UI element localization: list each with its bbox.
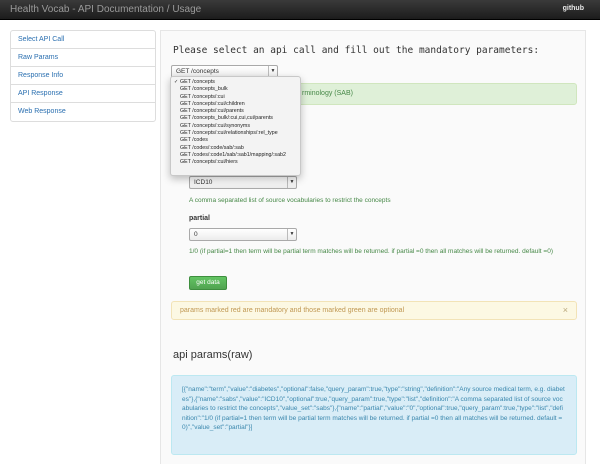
dropdown-option[interactable]: GET /concepts/:cui/parents: [171, 108, 300, 115]
sidebar-item-raw-params[interactable]: Raw Params: [11, 49, 155, 67]
warning-alert: params marked red are mandatory and thos…: [171, 301, 577, 320]
sidebar-nav: Select API Call Raw Params Response Info…: [10, 30, 156, 122]
sabs-help-text: A comma separated list of source vocabul…: [189, 197, 391, 204]
sidebar-item-select-api-call[interactable]: Select API Call: [11, 31, 155, 49]
dropdown-option[interactable]: GET /concepts_bulk/:cui,cui,cui/parents: [171, 115, 300, 122]
dropdown-option[interactable]: GET /concepts_bulk: [171, 86, 300, 93]
sidebar-item-response-info[interactable]: Response Info: [11, 67, 155, 85]
chevron-down-icon: ▼: [287, 177, 296, 188]
dropdown-option[interactable]: GET /concepts/:cui/relationships/:rel_ty…: [171, 130, 300, 137]
raw-params-heading: api params(raw): [173, 349, 253, 361]
partial-select[interactable]: 0 ▼: [189, 228, 297, 241]
raw-params-box: [{"name":"term","value":"diabetes","opti…: [171, 375, 577, 455]
dropdown-option[interactable]: GET /concepts/:cui: [171, 94, 300, 101]
sidebar-item-web-response[interactable]: Web Response: [11, 103, 155, 121]
partial-select-value: 0: [194, 231, 198, 238]
api-call-dropdown: ✓ GET /concepts GET /concepts_bulk GET /c…: [170, 76, 301, 176]
brand-title[interactable]: Health Vocab - API Documentation / Usage: [10, 4, 201, 15]
top-navbar: Health Vocab - API Documentation / Usage…: [0, 0, 600, 20]
warning-alert-text: params marked red are mandatory and thos…: [180, 307, 405, 314]
check-icon: ✓: [174, 79, 179, 85]
sidebar-item-api-response[interactable]: API Response: [11, 85, 155, 103]
get-data-button[interactable]: get data: [189, 276, 227, 290]
close-icon[interactable]: ×: [563, 305, 568, 315]
dropdown-option[interactable]: GET /codes: [171, 137, 300, 144]
dropdown-option[interactable]: GET /codes/:code1/sab/:sab1/mapping/:sab…: [171, 152, 300, 159]
github-link[interactable]: github: [563, 5, 584, 12]
dropdown-option[interactable]: GET /concepts/:cui/synonyms: [171, 123, 300, 130]
dropdown-option[interactable]: GET /concepts/:cui/hiers: [171, 159, 300, 166]
chevron-down-icon: ▼: [287, 229, 296, 240]
success-alert-text: rminology (SAB): [302, 90, 353, 97]
dropdown-option[interactable]: GET /codes/:code/sab/:sab: [171, 145, 300, 152]
page-heading: Please select an api call and fill out t…: [173, 45, 540, 56]
dropdown-option[interactable]: GET /concepts/:cui/children: [171, 101, 300, 108]
partial-help-text: 1/0 (if partial=1 then term will be part…: [189, 248, 553, 255]
sabs-select[interactable]: ICD10 ▼: [189, 176, 297, 189]
partial-label: partial: [189, 215, 211, 222]
sabs-select-value: ICD10: [194, 179, 213, 186]
dropdown-option-selected[interactable]: ✓ GET /concepts: [171, 79, 300, 86]
api-call-select-value: GET /concepts: [176, 68, 219, 75]
